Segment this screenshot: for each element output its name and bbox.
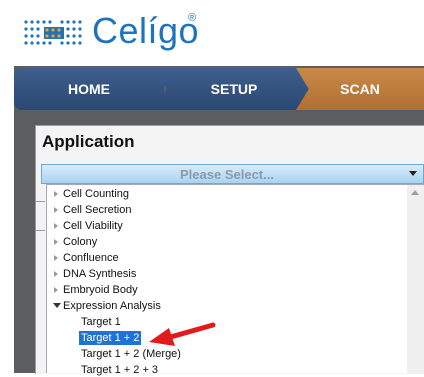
list-item-target-1[interactable]: Target 1 — [81, 315, 121, 329]
expand-icon[interactable] — [54, 191, 58, 197]
expand-icon[interactable] — [54, 255, 58, 261]
divider — [35, 201, 45, 202]
celigo-logo-icon — [24, 20, 82, 45]
list-item-dna-synthesis[interactable]: DNA Synthesis — [63, 267, 136, 281]
list-item-embryoid-body[interactable]: Embryoid Body — [63, 283, 138, 297]
list-item-confluence[interactable]: Confluence — [63, 251, 119, 265]
brand-name: Celígo — [92, 10, 200, 51]
tab-scan[interactable]: SCAN — [296, 68, 424, 110]
list-item-cell-counting[interactable]: Cell Counting — [63, 187, 129, 201]
main-nav: HOME SETUP SCAN — [14, 68, 424, 110]
tab-home[interactable]: HOME — [14, 68, 164, 110]
chevron-down-icon[interactable] — [409, 171, 417, 176]
red-arrow-icon — [149, 322, 216, 346]
application-select[interactable]: Please Select... — [41, 164, 424, 184]
expand-icon[interactable] — [54, 223, 58, 229]
scrollbar[interactable] — [407, 185, 424, 374]
list-item-cell-secretion[interactable]: Cell Secretion — [63, 203, 131, 217]
header: Celígo ® — [0, 0, 424, 65]
tab-setup[interactable]: SETUP — [154, 68, 314, 110]
list-item-cell-viability[interactable]: Cell Viability — [63, 219, 123, 233]
scroll-up-icon[interactable] — [411, 190, 419, 195]
list-item-colony[interactable]: Colony — [63, 235, 97, 249]
panel-title: Application — [42, 132, 135, 151]
expand-icon[interactable] — [54, 271, 58, 277]
list-item-target-1-2-3[interactable]: Target 1 + 2 + 3 — [81, 363, 158, 377]
expand-icon[interactable] — [54, 287, 58, 293]
collapse-icon[interactable] — [53, 303, 61, 308]
registered-mark: ® — [188, 12, 197, 24]
divider — [35, 230, 45, 231]
expand-icon[interactable] — [54, 239, 58, 245]
list-item-target-1-2-selected[interactable]: Target 1 + 2 — [79, 331, 142, 345]
list-item-expression-analysis[interactable]: Expression Analysis — [63, 299, 161, 313]
select-placeholder: Please Select... — [180, 166, 274, 182]
expand-icon[interactable] — [54, 207, 58, 213]
